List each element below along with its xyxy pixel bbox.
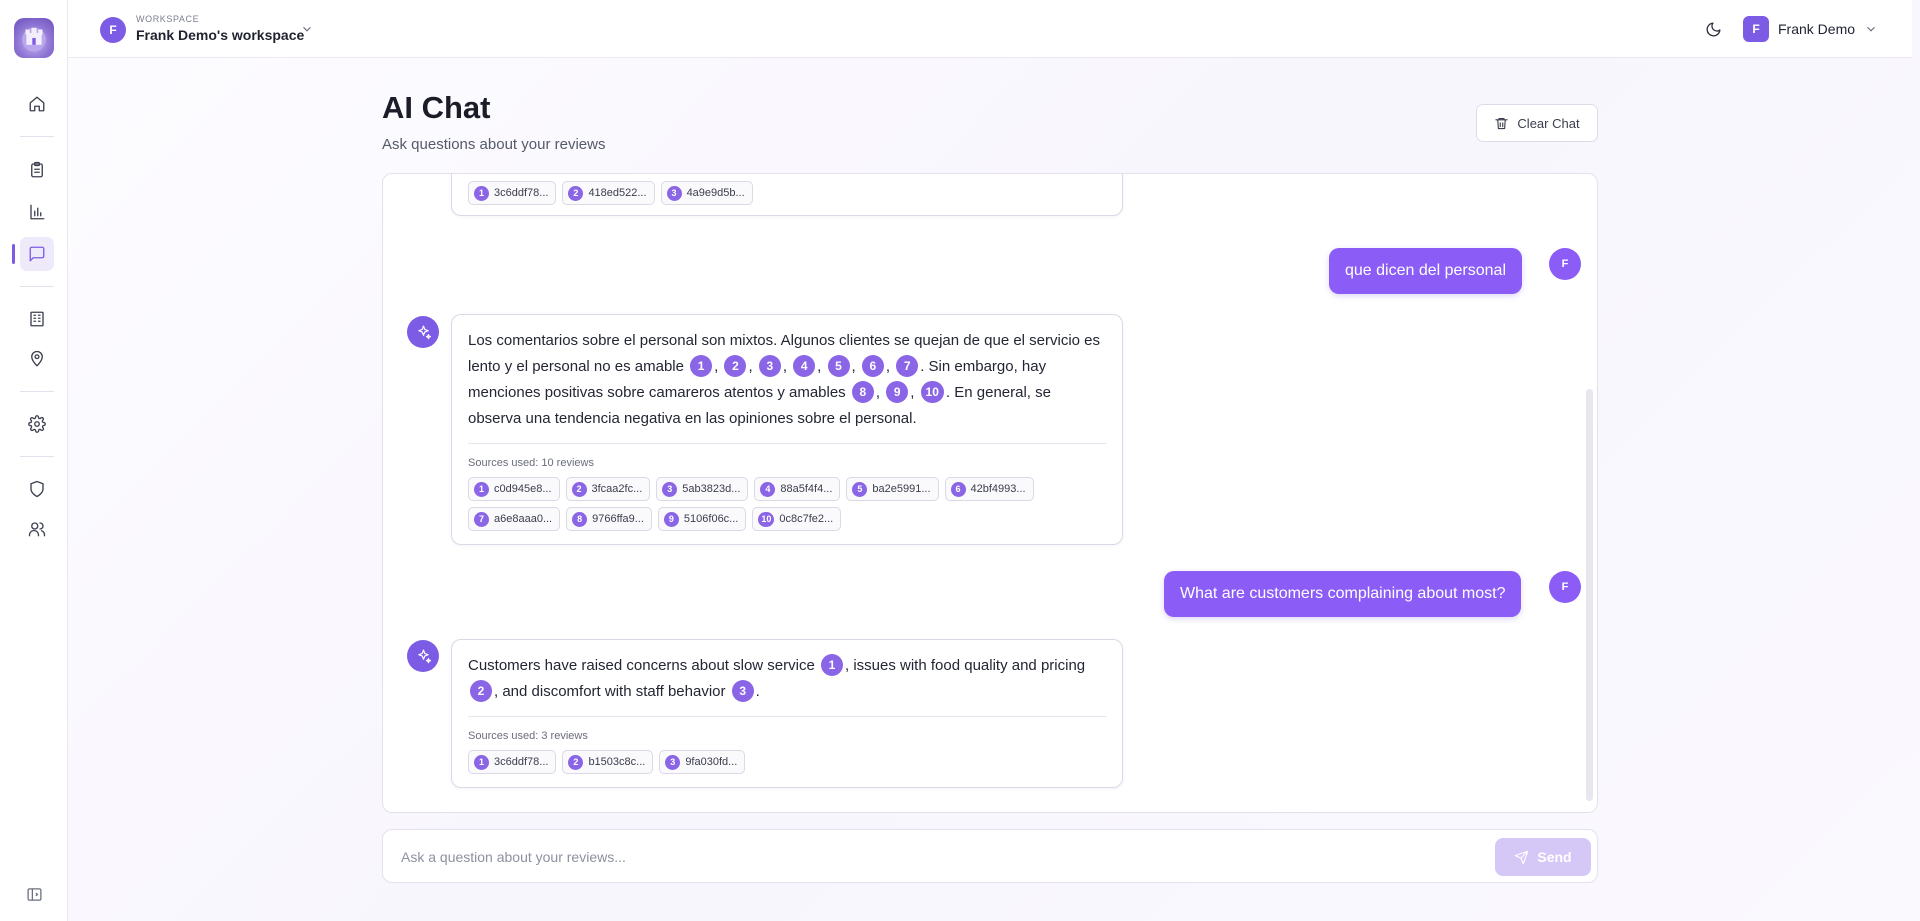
source-chip[interactable]: 9 5106f06c...: [657, 507, 747, 531]
source-chip[interactable]: 2 b1503c8c...: [562, 750, 654, 774]
source-chip[interactable]: 1 c0d945e8...: [468, 477, 560, 501]
user-avatar[interactable]: F: [1743, 16, 1769, 42]
gear-icon: [28, 415, 46, 433]
sidebar-item-settings[interactable]: [20, 407, 54, 441]
source-chip[interactable]: 7 a6e8aaa0...: [468, 507, 561, 531]
clear-chat-button[interactable]: Clear Chat: [1476, 104, 1598, 142]
source-chip[interactable]: 3 4a9e9d5b...: [660, 181, 753, 205]
source-chip[interactable]: 4 88a5f4f4...: [754, 477, 841, 501]
sidebar-collapse-button[interactable]: [24, 884, 44, 904]
sidebar-item-businesses[interactable]: [20, 302, 54, 336]
user-message-bubble: What are customers complaining about mos…: [1164, 571, 1522, 617]
workspace-name[interactable]: Frank Demo's workspace: [136, 27, 304, 43]
citation-badge[interactable]: 6: [861, 355, 884, 378]
chat-input-bar: Send: [382, 829, 1598, 883]
panel-collapse-icon: [26, 887, 42, 901]
page-subtitle: Ask questions about your reviews: [382, 136, 606, 153]
ai-avatar: [407, 316, 439, 348]
sidebar-item-team[interactable]: [20, 512, 54, 546]
source-chip-list: 1 c0d945e8... 2 3fcaa2fc... 3 5ab3823d... 4…: [452, 477, 1122, 544]
citation-badge[interactable]: 3: [731, 680, 754, 703]
chat-scrollbar[interactable]: [1586, 389, 1593, 801]
send-button[interactable]: Send: [1495, 838, 1591, 876]
bar-chart-icon: [30, 204, 45, 220]
clipboard-icon: [31, 161, 43, 178]
workspace-avatar[interactable]: F: [100, 17, 126, 43]
citation-badge[interactable]: 8: [851, 381, 874, 404]
sidebar-item-security[interactable]: [20, 472, 54, 506]
sidebar-item-ai-chat[interactable]: [20, 237, 54, 271]
citation-badge[interactable]: 4: [793, 355, 816, 378]
sources-label: Sources used: 10 reviews: [468, 457, 594, 469]
citation-badge[interactable]: 9: [886, 381, 909, 404]
source-chip[interactable]: 5 ba2e5991...: [846, 477, 939, 501]
citation-badge[interactable]: 2: [470, 680, 492, 703]
chat-input[interactable]: [401, 842, 1461, 872]
sidebar-item-locations[interactable]: [20, 342, 54, 376]
user-message-avatar: F: [1549, 571, 1581, 603]
nav-divider: [20, 391, 54, 392]
sidebar-item-home[interactable]: [20, 87, 54, 121]
workspace-label: WORKSPACE: [136, 14, 200, 24]
user-message-bubble: que dicen del personal: [1329, 248, 1523, 294]
sidebar: [0, 0, 68, 921]
source-chip[interactable]: 1 3c6ddf78...: [468, 181, 557, 205]
ai-message-text: Los comentarios sobre el personal son mi…: [468, 332, 1101, 427]
source-chip-list: 1 3c6ddf78... 2 b1503c8c... 3 9fa030fd...: [452, 750, 1122, 787]
citation-badge[interactable]: 3: [758, 355, 781, 378]
user-menu-chevron-icon[interactable]: [1864, 22, 1878, 36]
citation-badge[interactable]: 2: [724, 355, 747, 378]
sources-label: Sources used: 3 reviews: [468, 730, 588, 742]
moon-icon: [1706, 21, 1721, 36]
sparkles-icon: [417, 649, 431, 663]
home-icon: [29, 96, 45, 112]
citation-badge[interactable]: 1: [690, 355, 713, 378]
topbar: F WORKSPACE Frank Demo's workspace F Fra…: [68, 0, 1912, 58]
active-indicator: [12, 244, 15, 264]
ai-message-card: Los comentarios sobre el personal son mi…: [451, 314, 1123, 545]
send-icon: [1515, 850, 1529, 864]
page-title: AI Chat: [382, 90, 491, 125]
nav-divider: [20, 456, 54, 457]
sparkles-icon: [417, 325, 431, 339]
chat-history[interactable]: 1 3c6ddf78... 2 418ed522... 3 4a9e9d5b... q…: [382, 173, 1598, 813]
source-chip[interactable]: 2 3fcaa2fc...: [565, 477, 651, 501]
trash-icon: [1495, 117, 1509, 129]
nav-divider: [20, 136, 54, 137]
user-message-avatar: F: [1549, 248, 1581, 280]
send-label: Send: [1537, 849, 1572, 865]
clear-chat-label: Clear Chat: [1517, 115, 1580, 131]
source-chip[interactable]: 1 3c6ddf78...: [468, 750, 557, 774]
source-chip[interactable]: 2 418ed522...: [562, 181, 655, 205]
workspace-switcher-chevron-icon[interactable]: [300, 22, 314, 36]
user-name[interactable]: Frank Demo: [1778, 21, 1855, 37]
source-chip-list: 1 3c6ddf78... 2 418ed522... 3 4a9e9d5b...: [452, 181, 769, 218]
source-chip[interactable]: 6 42bf4993...: [944, 477, 1034, 501]
users-icon: [28, 522, 46, 537]
map-pin-icon: [31, 350, 43, 367]
citation-badge[interactable]: 10: [920, 381, 944, 404]
ai-message-card-partial: 1 3c6ddf78... 2 418ed522... 3 4a9e9d5b...: [451, 174, 1123, 218]
building-icon: [30, 311, 44, 327]
chat-icon: [29, 246, 45, 262]
ai-avatar: [407, 640, 439, 672]
castle-logo-icon: [22, 27, 46, 52]
ai-message-text: Customers have raised concerns about slo…: [452, 640, 1122, 705]
ai-message-card: Customers have raised concerns about slo…: [451, 639, 1123, 788]
source-chip[interactable]: 10 0c8c7fe2...: [752, 507, 842, 531]
source-chip[interactable]: 3 5ab3823d...: [656, 477, 749, 501]
app-logo[interactable]: [14, 18, 54, 58]
citation-badge[interactable]: 7: [896, 355, 919, 378]
nav-divider: [20, 286, 54, 287]
theme-toggle-button[interactable]: [1701, 17, 1725, 41]
shield-icon: [30, 480, 44, 498]
source-chip[interactable]: 8 9766ffa9...: [566, 507, 652, 531]
citation-badge[interactable]: 5: [827, 355, 850, 378]
sidebar-item-analytics[interactable]: [20, 195, 54, 229]
sidebar-item-reviews[interactable]: [20, 153, 54, 187]
citation-badge[interactable]: 1: [821, 654, 843, 677]
source-chip[interactable]: 3 9fa030fd...: [659, 750, 746, 774]
